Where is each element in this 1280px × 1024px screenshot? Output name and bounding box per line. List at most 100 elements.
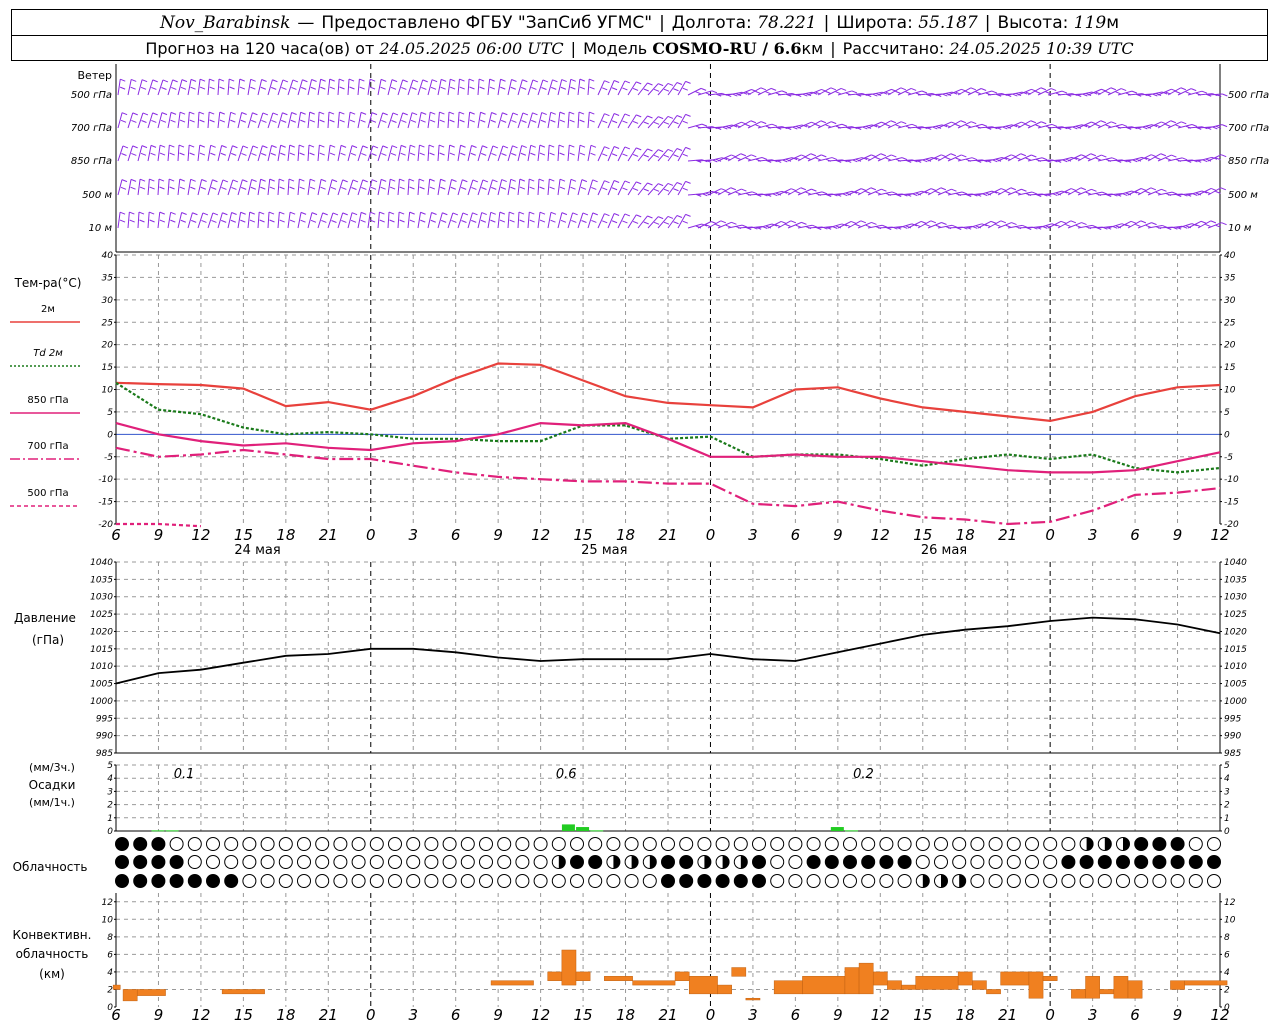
cloud-circle: [460, 837, 475, 851]
wind-barb-feather: [270, 152, 276, 156]
wind-barb-feather: [539, 144, 546, 148]
wind-barb-feather: [198, 111, 205, 115]
wind-barb-feather: [500, 78, 506, 82]
y-tick-label-right: 0: [1224, 827, 1230, 837]
wind-barb-feather: [471, 145, 477, 148]
wind-barb-feather: [231, 187, 237, 190]
convective-bar: [802, 976, 846, 995]
wind-barb: [447, 145, 451, 162]
wind-barb-feather: [539, 219, 546, 223]
wind-barb-feather: [560, 219, 567, 223]
wind-barb-feather: [549, 186, 555, 190]
wind-barb-feather: [139, 186, 146, 190]
y-tick-label-left: 990: [96, 732, 113, 742]
wind-barb-feather: [1120, 88, 1127, 92]
cloud-circle: [824, 874, 839, 888]
cloud-circle: [1025, 855, 1039, 869]
x-tick-label-bottom: 15: [913, 1006, 932, 1024]
wind-barb-feather: [199, 152, 206, 156]
cloud-circle: [1207, 837, 1221, 851]
wind-barb-feather: [320, 186, 326, 190]
wind-barb: [207, 145, 212, 162]
wind-barb-feather: [624, 113, 631, 117]
wind-barb-feather: [242, 179, 248, 183]
y-tick-label-left: 10: [102, 915, 114, 925]
wind-barb: [587, 112, 590, 129]
wind-barb-feather: [298, 144, 305, 148]
x-tick-label: 0: [366, 526, 376, 544]
wind-barb-feather: [1040, 87, 1047, 91]
wind-barb-feather: [419, 186, 425, 190]
cloud-circle: [388, 855, 402, 869]
wind-barb-feather: [271, 120, 277, 123]
wind-barb-feather: [741, 224, 748, 228]
wind-barb-feather: [1221, 154, 1227, 158]
wind-barb: [797, 188, 812, 196]
wind-barb-feather: [510, 178, 516, 182]
wind-barb-feather: [1220, 187, 1227, 191]
wind-barb-feather: [611, 87, 618, 91]
wind-barb-feather: [280, 144, 286, 148]
wind-barb-feather: [811, 224, 818, 228]
wind-barb-feather: [885, 157, 891, 161]
wind-barb-feather: [472, 179, 479, 183]
wind-barb-feather: [622, 120, 628, 124]
wind-barb: [267, 212, 270, 229]
x-tick-label: 3: [1088, 526, 1098, 544]
cloud-circle: [115, 837, 129, 851]
wind-barb-feather: [871, 221, 877, 225]
cloud-circle: [843, 855, 857, 869]
wind-barb: [1087, 120, 1102, 129]
y-tick-label-right: 35: [1224, 273, 1236, 283]
wind-barb-feather: [359, 78, 365, 82]
wind-barb-feather: [1150, 187, 1157, 191]
cloud-circle: [206, 855, 220, 869]
convective-bar: [1127, 980, 1143, 999]
wind-barb-feather: [200, 186, 207, 190]
wind-barb-feather: [209, 119, 215, 123]
wind-barb-feather: [179, 152, 185, 156]
wind-barb-feather: [622, 187, 628, 191]
wind-barb-feather: [210, 152, 216, 156]
wind-barb-feather: [190, 178, 196, 182]
wind-barb-feather: [521, 145, 527, 149]
cloud-circle: [333, 855, 348, 869]
y-tick-label-left: 1020: [90, 627, 113, 637]
wind-barb-feather: [830, 87, 837, 91]
wind-barb-feather: [422, 79, 428, 83]
wind-barb-feather: [1105, 90, 1111, 94]
wind-barb-feather: [390, 86, 397, 90]
wind-barb-feather: [161, 112, 168, 116]
wind-barb-feather: [673, 221, 679, 225]
wind-barb-feather: [643, 154, 649, 158]
y-tick-label-left: 1: [107, 814, 113, 824]
wind-barb-feather: [481, 187, 487, 190]
wind-barb-feather: [231, 152, 237, 156]
legend-label: 850 гПа: [27, 395, 68, 406]
cloud-half: [613, 855, 620, 869]
wind-barb-feather: [219, 86, 225, 90]
wind-barb-feather: [339, 119, 345, 123]
wind-barb-feather: [469, 86, 475, 90]
wind-barb-feather: [352, 179, 359, 183]
wind-barb-feather: [589, 78, 595, 82]
y-tick-label-left: 1000: [90, 697, 113, 707]
wind-barb: [617, 213, 626, 229]
y-tick-label-right: 1030: [1224, 593, 1247, 603]
wind-barb-feather: [676, 82, 683, 85]
cloud-circle: [788, 874, 803, 888]
wind-barb-feather: [604, 113, 610, 117]
wind-barb-feather: [459, 119, 465, 123]
wind-barb: [647, 149, 659, 162]
wind-barb-feather: [1060, 220, 1067, 224]
wind-barb-feather: [380, 78, 387, 82]
wind-barb-feather: [449, 86, 456, 90]
wind-barb-feather: [272, 79, 278, 83]
wind-barb-feather: [362, 179, 368, 183]
wind-barb-feather: [241, 153, 247, 156]
wind-barb-feather: [1165, 123, 1171, 127]
wind-barb-feather: [159, 211, 165, 215]
wind-barb-feather: [419, 144, 425, 148]
wind-barb: [1087, 154, 1102, 162]
wind-barb-feather: [489, 78, 495, 82]
